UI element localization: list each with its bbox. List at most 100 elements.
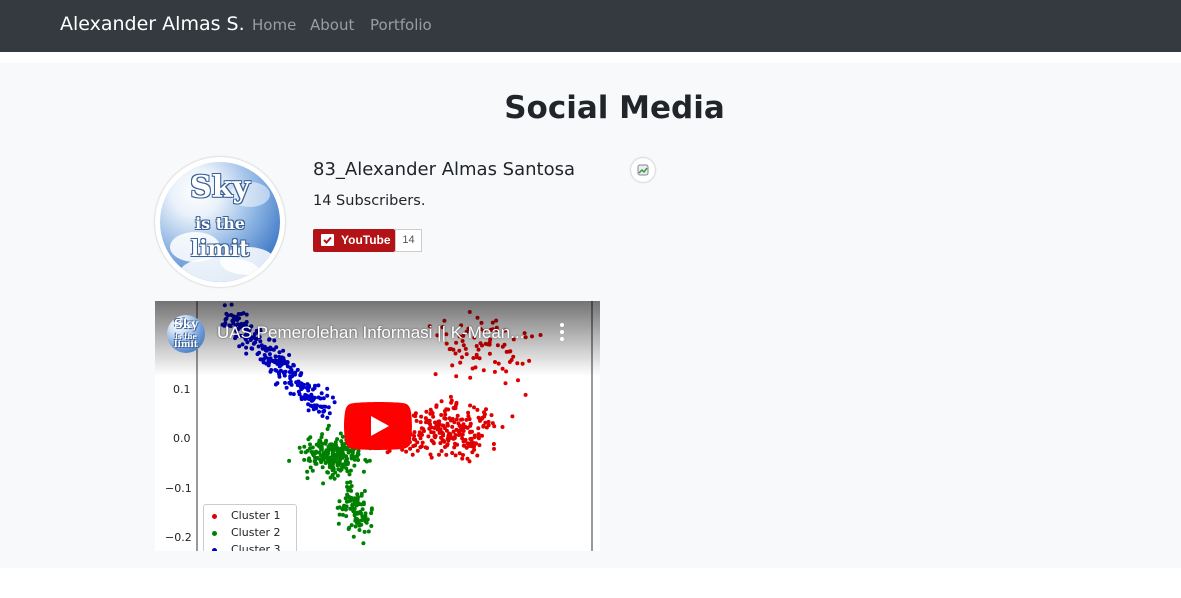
check-icon: [321, 234, 334, 246]
scatter-point: [316, 383, 321, 388]
navbar-brand[interactable]: Alexander Almas S.: [60, 13, 245, 35]
scatter-point: [369, 507, 374, 512]
scatter-point: [310, 450, 315, 455]
scatter-point: [299, 450, 304, 455]
page-title: Social Media: [504, 90, 725, 126]
scatter-point: [456, 428, 461, 433]
scatter-point: [450, 424, 455, 429]
scatter-point: [412, 430, 417, 435]
scatter-point: [490, 421, 495, 426]
play-icon[interactable]: [344, 402, 412, 450]
subscriber-count-badge: 14: [395, 229, 422, 252]
scatter-point: [451, 429, 456, 434]
scatter-point: [418, 445, 423, 450]
scatter-point: [484, 425, 489, 430]
scatter-point: [361, 469, 366, 474]
scatter-point: [305, 469, 310, 474]
more-vert-icon[interactable]: [559, 323, 565, 343]
scatter-point: [303, 450, 308, 455]
scatter-point: [323, 461, 328, 465]
scatter-point: [491, 442, 496, 446]
scatter-point: [275, 381, 280, 386]
scatter-point: [319, 444, 324, 449]
scatter-point: [337, 499, 342, 504]
scatter-point: [325, 386, 330, 391]
scatter-point: [453, 441, 457, 446]
scatter-point: [348, 480, 353, 485]
sky-logo: Sky is the limit: [160, 162, 280, 282]
scatter-point: [446, 407, 451, 412]
scatter-point: [318, 457, 323, 462]
channel-logo-icon[interactable]: [631, 158, 655, 182]
scatter-point: [429, 430, 434, 435]
scatter-point: [349, 453, 354, 458]
legend-label: Cluster 2: [231, 526, 281, 539]
video-channel-avatar[interactable]: Sky is the limit: [167, 315, 205, 353]
scatter-point: [346, 499, 351, 504]
scatter-point: [308, 446, 312, 451]
scatter-point: [346, 450, 351, 455]
scatter-point: [369, 524, 374, 528]
scatter-point: [449, 398, 454, 403]
nav-link-about[interactable]: About: [310, 16, 354, 34]
scatter-point: [342, 503, 347, 508]
scatter-point: [332, 400, 337, 405]
scatter-point: [333, 440, 338, 445]
scatter-point: [361, 500, 366, 505]
scatter-point: [284, 385, 289, 390]
scatter-point: [441, 433, 446, 438]
youtube-subscribe-button[interactable]: YouTube: [313, 229, 395, 252]
scatter-point: [445, 442, 450, 447]
scatter-point: [345, 492, 350, 497]
scatter-point: [356, 501, 361, 506]
scatter-point: [436, 419, 441, 424]
scatter-point: [332, 476, 337, 481]
youtube-video-embed[interactable]: 0.1 0.0 −0.1 −0.2 Cluster 1 Cluster 2 Cl…: [155, 301, 600, 551]
scatter-point: [351, 508, 356, 513]
navbar: Alexander Almas S. Home About Portfolio: [0, 0, 1181, 52]
scatter-point: [460, 456, 465, 461]
scatter-point: [452, 445, 457, 450]
scatter-point: [324, 448, 329, 453]
scatter-point: [325, 393, 330, 398]
scatter-point: [467, 417, 472, 422]
y-tick: 0.0: [173, 432, 191, 445]
scatter-point: [464, 445, 469, 450]
scatter-point: [297, 392, 302, 397]
scatter-point: [329, 447, 334, 452]
scatter-point: [336, 467, 341, 472]
scatter-point: [432, 434, 437, 439]
scatter-point: [500, 425, 505, 429]
scatter-point: [445, 421, 450, 426]
scatter-point: [344, 514, 349, 519]
scatter-point: [320, 414, 325, 418]
scatter-point: [424, 409, 429, 414]
scatter-point: [427, 418, 432, 423]
scatter-point: [481, 423, 486, 428]
scatter-point: [425, 446, 430, 450]
channel-avatar[interactable]: Sky is the limit: [155, 157, 285, 287]
scatter-point: [429, 455, 434, 460]
scatter-point: [321, 404, 326, 409]
logo-line-3: limit: [174, 340, 198, 350]
scatter-point: [302, 444, 307, 449]
scatter-point: [357, 523, 362, 528]
scatter-point: [311, 397, 316, 402]
scatter-point: [357, 528, 362, 532]
scatter-point: [362, 529, 367, 534]
scatter-point: [340, 455, 345, 460]
scatter-point: [348, 485, 352, 490]
scatter-point: [337, 505, 342, 510]
scatter-point: [307, 456, 312, 461]
video-title[interactable]: UAS Pemerolehan Informasi || K-Mean...: [217, 323, 524, 343]
nav-link-home[interactable]: Home: [252, 16, 296, 34]
scatter-point: [307, 397, 312, 401]
nav-link-portfolio[interactable]: Portfolio: [370, 16, 432, 34]
scatter-point: [310, 468, 315, 473]
channel-name[interactable]: 83_Alexander Almas Santosa: [313, 159, 575, 180]
scatter-point: [287, 458, 292, 463]
scatter-point: [322, 408, 327, 413]
scatter-point: [306, 388, 311, 393]
scatter-point: [306, 408, 311, 413]
scatter-point: [476, 415, 481, 420]
